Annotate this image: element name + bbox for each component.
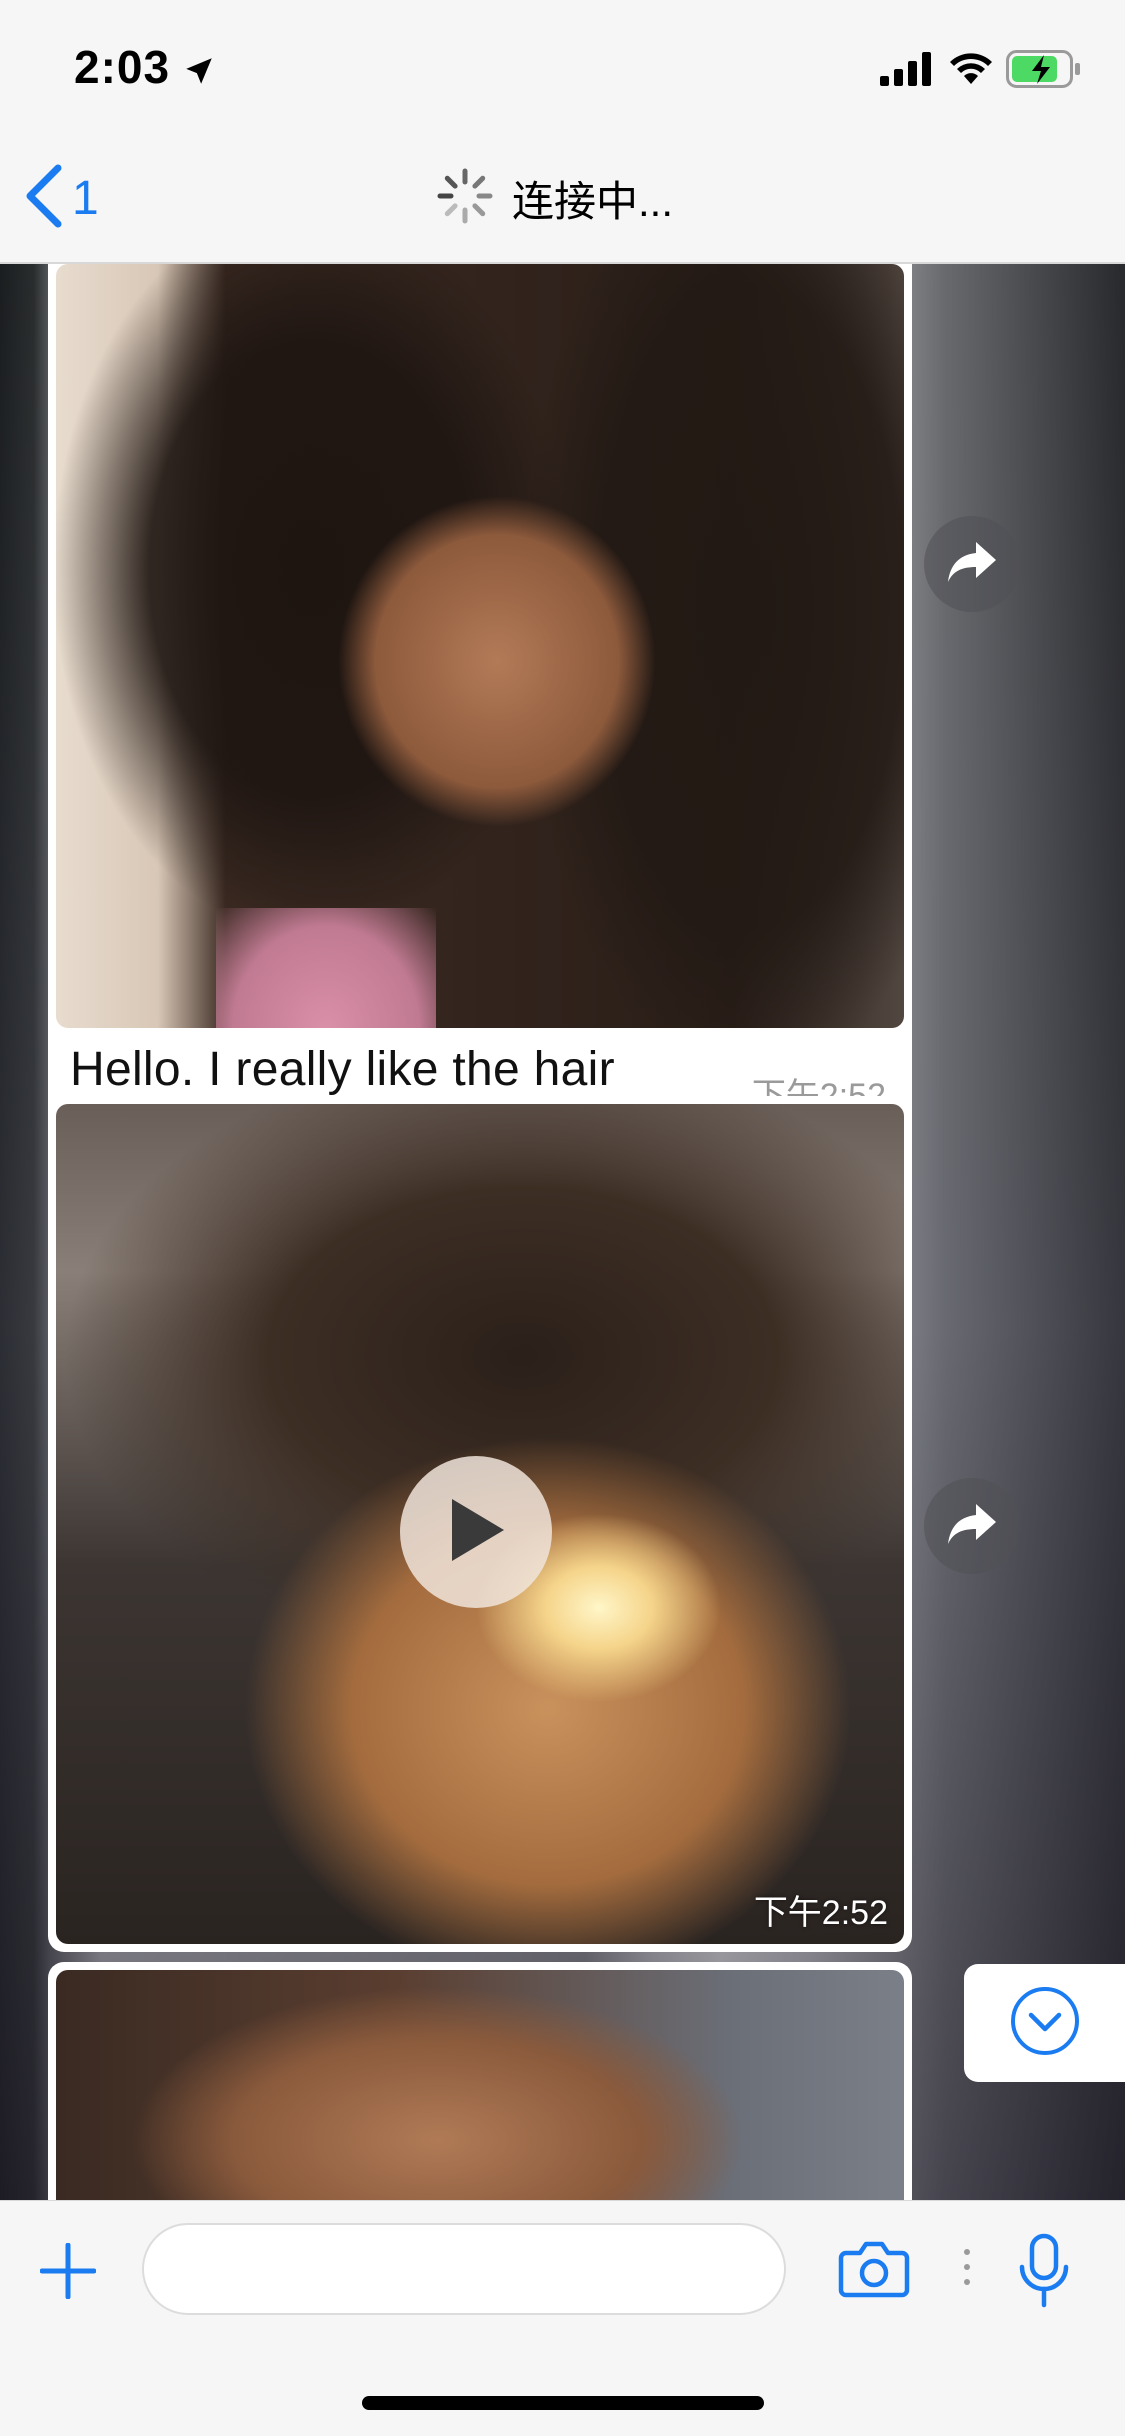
message-video-thumbnail[interactable]: 下午2:52	[56, 1104, 904, 1944]
status-bar: 2:03	[0, 0, 1125, 132]
scroll-to-bottom-button[interactable]	[964, 1964, 1125, 2082]
unread-count: 1	[72, 171, 99, 225]
forward-button[interactable]	[924, 1478, 1020, 1574]
status-time: 2:03	[74, 41, 171, 93]
message-photo[interactable]	[56, 1970, 904, 2200]
forward-button[interactable]	[924, 516, 1020, 612]
forward-icon	[946, 540, 998, 589]
vertical-dots-icon	[962, 2247, 972, 2292]
message-input[interactable]	[142, 2223, 786, 2315]
cellular-signal-icon	[880, 52, 934, 91]
connection-status: 连接中...	[436, 168, 673, 228]
location-arrow-icon	[182, 54, 216, 93]
camera-icon[interactable]	[838, 2239, 910, 2304]
play-icon	[446, 1497, 506, 1568]
chat-area[interactable]: Hello. I really like the hair 下午2:52 下午2…	[0, 264, 1125, 2200]
chevron-down-circle-icon	[1009, 1985, 1081, 2062]
nav-title: 连接中...	[512, 177, 674, 225]
wifi-icon	[948, 48, 994, 91]
plus-icon[interactable]	[39, 2242, 97, 2300]
video-message[interactable]: 下午2:52	[48, 1096, 912, 1952]
message-caption: Hello. I really like the hair	[70, 1043, 615, 1096]
forward-icon	[946, 1502, 998, 1551]
message-timestamp: 下午2:52	[753, 1894, 888, 1932]
image-message[interactable]	[48, 1962, 912, 2200]
navigation-bar: 1 连接中...	[0, 132, 1125, 264]
message-photo[interactable]	[56, 264, 904, 1028]
battery-charging-icon	[1006, 50, 1082, 93]
spinner-icon	[436, 167, 494, 230]
home-indicator[interactable]	[362, 2396, 764, 2410]
microphone-icon[interactable]	[1018, 2233, 1070, 2314]
chevron-left-icon	[22, 164, 66, 233]
back-button[interactable]: 1	[22, 162, 99, 234]
play-button[interactable]	[400, 1456, 552, 1608]
